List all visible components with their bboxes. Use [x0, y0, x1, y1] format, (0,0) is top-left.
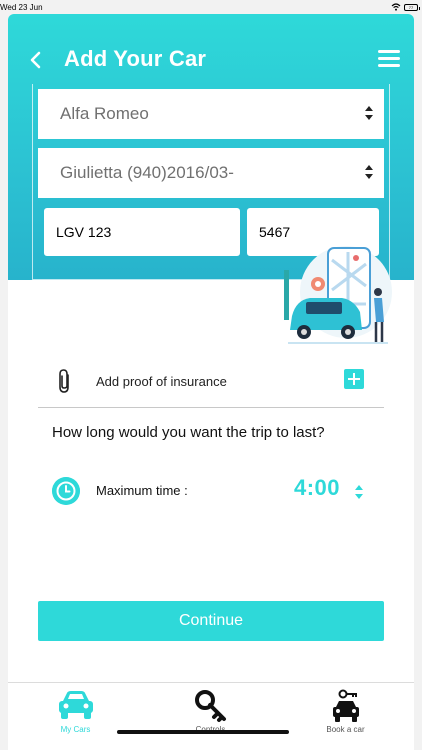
car-make-select[interactable]: Alfa Romeo [38, 89, 384, 139]
tab-my-cars[interactable]: My Cars [8, 683, 143, 750]
top-nav: Add Your Car [8, 44, 414, 76]
continue-button[interactable]: Continue [38, 601, 384, 641]
paperclip-icon [59, 369, 69, 393]
tab-label: Book a car [326, 725, 365, 734]
home-indicator[interactable] [117, 730, 289, 734]
car-model-select[interactable]: Giulietta (940)2016/03- [38, 148, 384, 198]
tab-controls[interactable]: Controls [143, 683, 278, 750]
car-make-value: Alfa Romeo [60, 104, 149, 123]
tab-book-a-car[interactable]: Book a car [278, 683, 413, 750]
key-icon [194, 690, 226, 722]
time-stepper-icon[interactable] [354, 484, 364, 500]
back-button[interactable] [22, 46, 48, 74]
select-arrows-icon [365, 106, 373, 120]
max-time-value[interactable]: 4:00 [294, 475, 340, 501]
menu-icon-bar [378, 64, 400, 67]
plate-number-input[interactable]: LGV 123 [44, 208, 240, 256]
car-map-illustration [284, 246, 392, 344]
select-arrows-icon [365, 165, 373, 179]
app-screen: Add Your Car Alfa Romeo Giulietta (940)2… [8, 14, 414, 750]
tab-bar: My Cars Controls Book a car [8, 682, 414, 750]
clock-icon [52, 477, 80, 505]
status-bar: Wed 23 Jun 77 [0, 0, 422, 14]
page-title: Add Your Car [64, 46, 207, 71]
menu-icon-bar [378, 57, 400, 60]
car-key-icon [332, 689, 359, 722]
menu-icon-bar [378, 50, 400, 53]
status-time: Wed 23 Jun [0, 3, 43, 12]
car-model-value: Giulietta (940)2016/03- [60, 163, 234, 182]
trip-duration-question: How long would you want the trip to last… [52, 424, 325, 441]
chevron-left-icon [30, 51, 41, 69]
add-insurance-button[interactable] [344, 369, 364, 389]
max-time-label: Maximum time : [96, 483, 188, 498]
wifi-icon [391, 3, 401, 11]
menu-button[interactable] [378, 50, 400, 68]
insurance-row: Add proof of insurance [38, 358, 384, 408]
battery-icon: 77 [404, 3, 420, 11]
status-icons: 77 [391, 3, 420, 11]
insurance-label: Add proof of insurance [96, 374, 227, 389]
car-icon [58, 691, 93, 719]
